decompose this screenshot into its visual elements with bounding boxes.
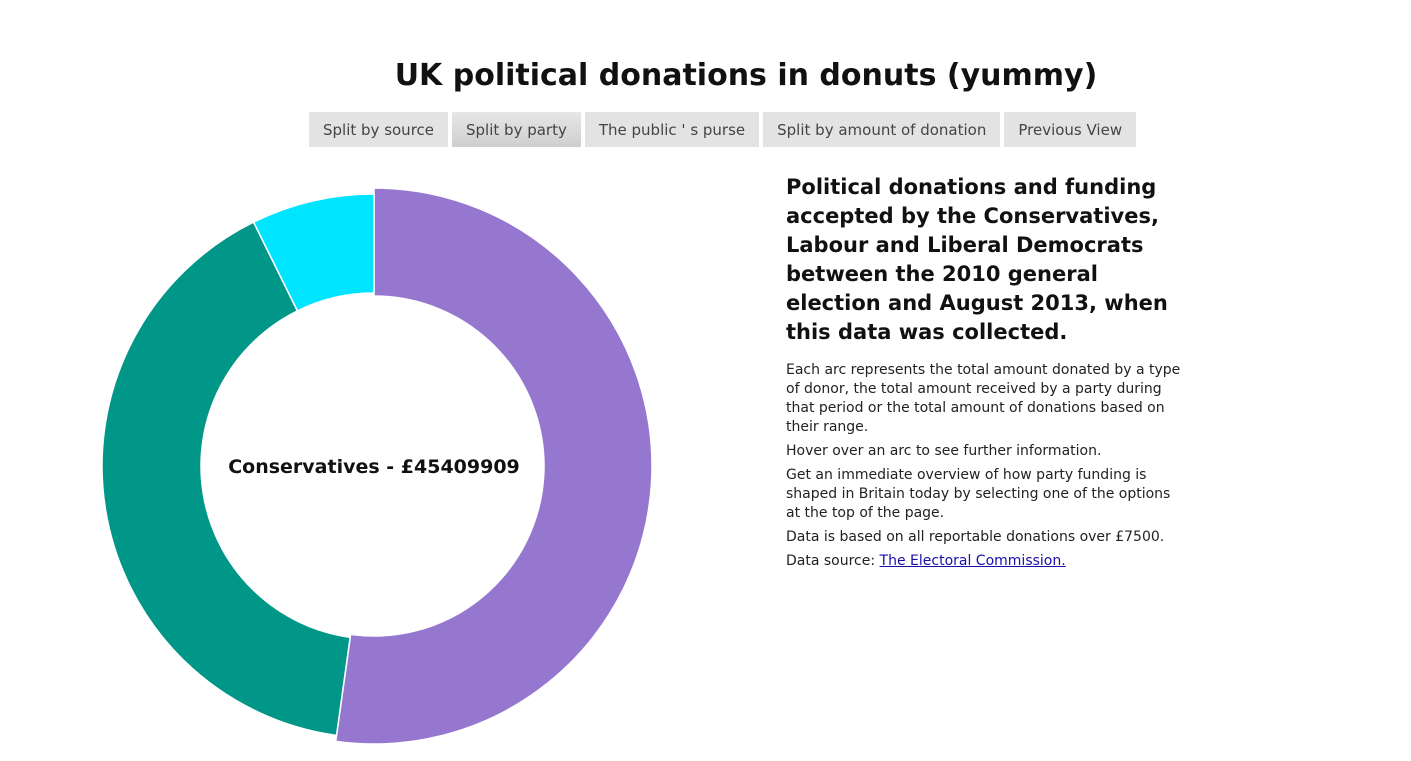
page-title: UK political donations in donuts (yummy) <box>394 58 1098 93</box>
split-by-source-button[interactable]: Split by source <box>309 112 449 147</box>
donut-chart: Conservatives - £45409909 <box>80 180 660 761</box>
info-paragraph-arcs: Each arc represents the total amount don… <box>786 362 1181 435</box>
info-paragraph-hover: Hover over an arc to see further informa… <box>786 443 1102 459</box>
donut-center-label: Conservatives - £45409909 <box>228 456 520 478</box>
previous-view-button[interactable]: Previous View <box>1004 112 1137 147</box>
info-paragraph-threshold: Data is based on all reportable donation… <box>786 529 1165 545</box>
split-by-party-button[interactable]: Split by party <box>452 112 581 147</box>
info-source-prefix: Data source: <box>786 553 880 569</box>
electoral-commission-link[interactable]: The Electoral Commission. <box>880 553 1066 569</box>
info-heading: Political donations and funding accepted… <box>786 175 1168 344</box>
info-panel: Political donations and funding accepted… <box>786 173 1186 576</box>
donut-chart-svg: Conservatives - £45409909 <box>101 187 653 745</box>
view-nav: Split by source Split by party The publi… <box>309 112 1137 147</box>
split-by-amount-button[interactable]: Split by amount of donation <box>763 112 1001 147</box>
info-source: Data source: The Electoral Commission. <box>786 552 1186 571</box>
page: UK political donations in donuts (yummy)… <box>0 0 1411 761</box>
public-purse-button[interactable]: The public ' s purse <box>584 112 760 147</box>
info-paragraph-overview: Get an immediate overview of how party f… <box>786 467 1171 521</box>
